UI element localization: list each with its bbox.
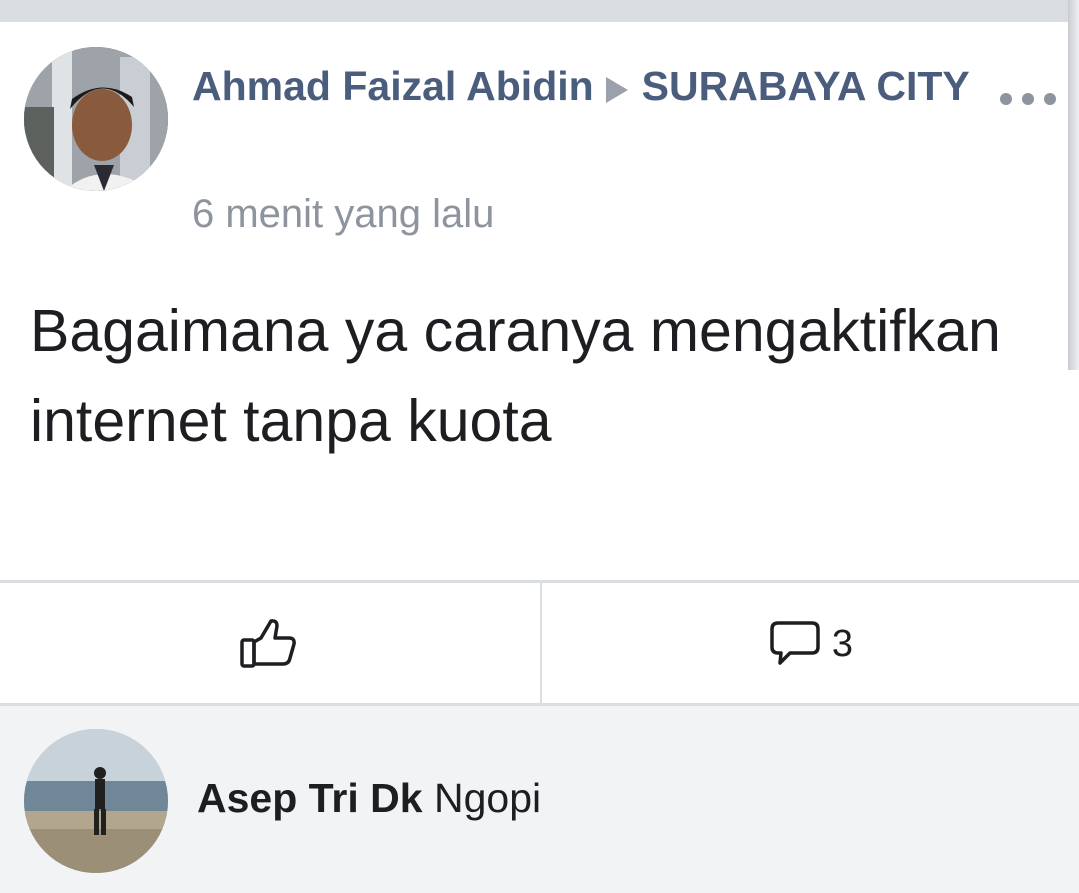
- thumbs-up-icon: [240, 619, 296, 668]
- top-status-strip: [0, 0, 1079, 22]
- post-header: Ahmad Faizal Abidin SURABAYA CITY: [192, 55, 992, 117]
- comment-item: Asep Tri Dk Ngopi: [197, 775, 541, 822]
- author-photo-icon: [24, 47, 168, 191]
- author-avatar[interactable]: [24, 47, 168, 191]
- commenter-name-link[interactable]: Asep Tri Dk: [197, 775, 423, 821]
- post-timestamp[interactable]: 6 menit yang lalu: [192, 192, 494, 237]
- more-options-icon[interactable]: [1000, 92, 1056, 106]
- comment-bubble-icon: [770, 621, 820, 665]
- post-body-text: Bagaimana ya caranya mengaktifkan intern…: [30, 298, 1001, 454]
- like-button[interactable]: [0, 583, 540, 705]
- comment-text: Ngopi: [434, 775, 542, 821]
- arrow-right-icon: [605, 77, 628, 103]
- author-name-link[interactable]: Ahmad Faizal Abidin: [192, 63, 594, 109]
- commenter-avatar[interactable]: [24, 729, 168, 873]
- comment-button[interactable]: 3: [542, 583, 1079, 705]
- commenter-photo-icon: [24, 729, 168, 873]
- group-name-link[interactable]: SURABAYA CITY: [642, 63, 970, 109]
- comment-count: 3: [831, 622, 854, 665]
- scroll-shadow: [1068, 0, 1079, 370]
